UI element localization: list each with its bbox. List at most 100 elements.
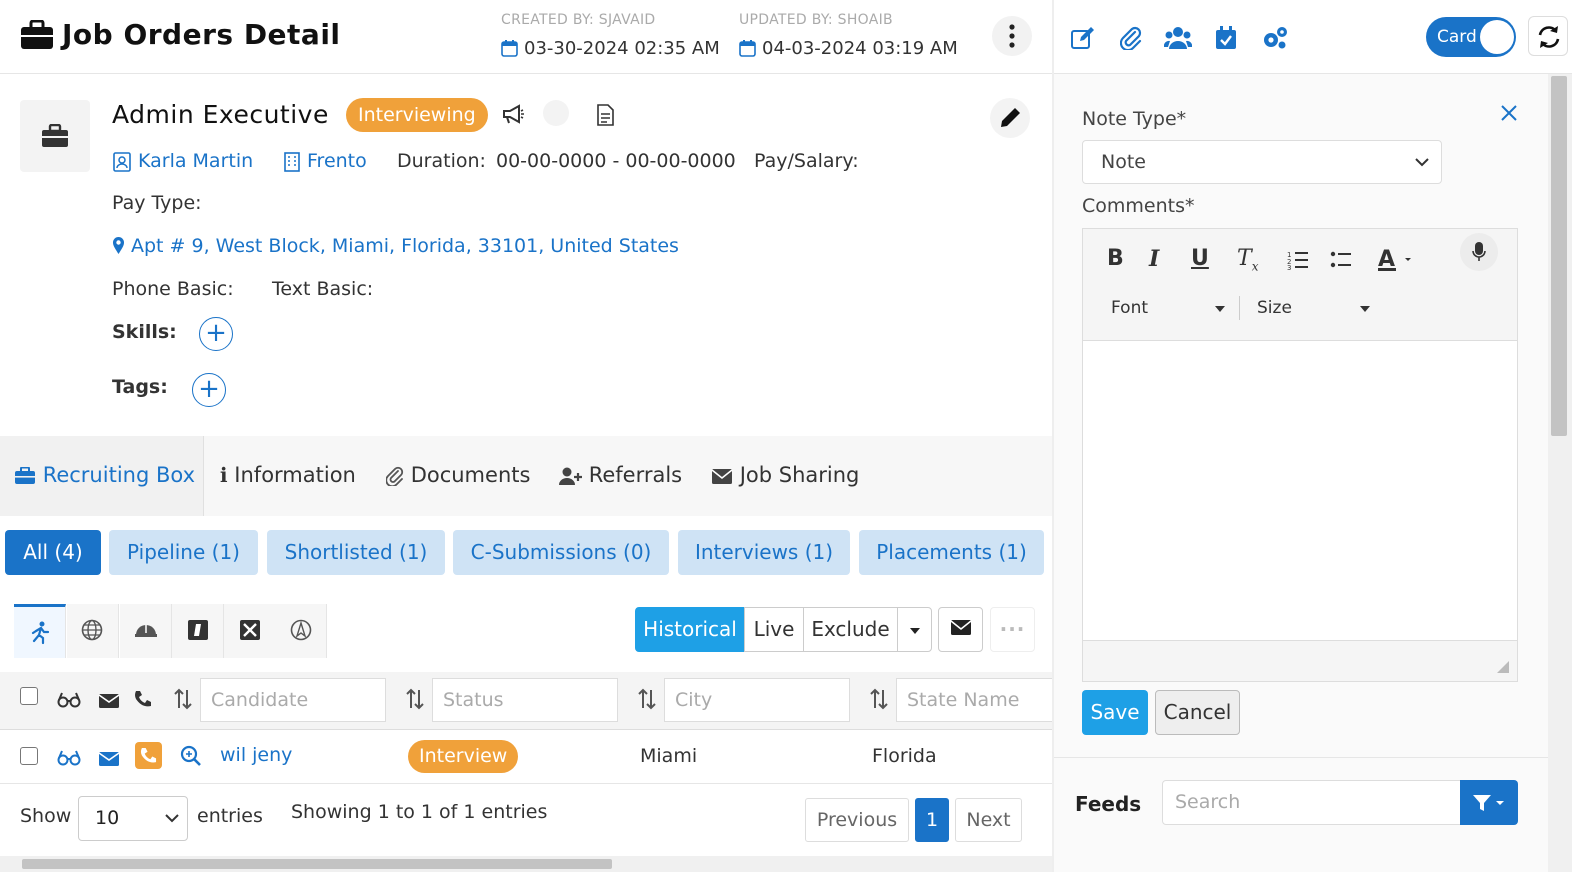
updated-date: 04-03-2024 03:19 AM xyxy=(762,38,958,59)
tab-recruiting-box[interactable]: Recruiting Box xyxy=(14,463,195,487)
chip-pipeline[interactable]: Pipeline (1) xyxy=(109,530,258,575)
city-filter-input[interactable]: City xyxy=(664,678,850,722)
toolbar-divider xyxy=(1239,296,1240,320)
itab-globe[interactable] xyxy=(67,604,119,658)
tab-label: Job Sharing xyxy=(739,463,860,487)
tab-information[interactable]: ℹ Information xyxy=(220,463,356,487)
size-label: Size xyxy=(1257,298,1292,318)
compass-icon xyxy=(290,619,312,641)
tab-referrals[interactable]: Referrals xyxy=(558,463,682,487)
text-basic-label: Text Basic: xyxy=(272,278,374,300)
chip-shortlisted[interactable]: Shortlisted (1) xyxy=(267,530,445,575)
cogs-icon[interactable] xyxy=(1262,26,1288,55)
state-filter-input[interactable]: State Name xyxy=(896,678,1052,722)
tab-label: Documents xyxy=(410,463,531,487)
contact-card-icon xyxy=(112,152,132,177)
clear-format-button[interactable]: Tx xyxy=(1237,246,1258,273)
search-icon[interactable] xyxy=(180,745,202,772)
phone-icon[interactable] xyxy=(135,742,162,769)
add-skill-button[interactable]: + xyxy=(199,317,233,351)
duration-label: Duration: xyxy=(397,150,486,172)
itab-xing[interactable] xyxy=(224,604,276,658)
feeds-filter-button[interactable] xyxy=(1460,780,1518,825)
briefcase-icon xyxy=(42,124,68,147)
status-filter-input[interactable]: Status xyxy=(432,678,618,722)
state-cell: Florida xyxy=(872,745,937,767)
entries-label: entries xyxy=(197,805,263,827)
document-icon[interactable] xyxy=(596,104,614,131)
chevron-down-icon xyxy=(1415,158,1429,167)
itab-indeed[interactable] xyxy=(172,604,224,658)
note-type-select[interactable]: Note xyxy=(1082,140,1442,184)
more-options-button[interactable] xyxy=(992,16,1032,56)
chip-all[interactable]: All (4) xyxy=(5,530,101,575)
text-color-button[interactable]: A xyxy=(1378,246,1414,277)
chip-placements[interactable]: Placements (1) xyxy=(859,530,1044,575)
status-dot-icon xyxy=(543,100,569,126)
envelope-icon xyxy=(950,620,971,635)
contact-link[interactable]: Karla Martin xyxy=(138,150,253,172)
address-link[interactable]: Apt # 9, West Block, Miami, Florida, 331… xyxy=(131,235,679,257)
view-mode-dropdown[interactable] xyxy=(897,607,932,652)
tab-documents[interactable]: Documents xyxy=(386,463,530,487)
underline-button[interactable]: U xyxy=(1191,246,1209,271)
created-date: 03-30-2024 02:35 AM xyxy=(524,38,720,59)
font-label: Font xyxy=(1111,298,1149,318)
company-link[interactable]: Frento xyxy=(307,150,367,172)
historical-button[interactable]: Historical xyxy=(635,607,745,652)
page-1-button[interactable]: 1 xyxy=(915,798,949,842)
bullet-list-icon[interactable] xyxy=(1330,250,1352,275)
italic-button[interactable]: I xyxy=(1149,246,1159,272)
calendar-check-icon[interactable] xyxy=(1215,26,1237,55)
sort-icon[interactable] xyxy=(637,688,657,715)
paperclip-icon[interactable] xyxy=(1119,26,1142,55)
microphone-icon[interactable] xyxy=(1460,233,1498,271)
itab-helmet[interactable] xyxy=(120,604,172,658)
exclude-button[interactable]: Exclude xyxy=(803,607,898,652)
map-marker-icon xyxy=(112,236,125,260)
page-size-select[interactable]: 10 xyxy=(78,796,188,841)
vertical-scrollbar-thumb[interactable] xyxy=(1551,76,1567,436)
resize-handle-icon[interactable] xyxy=(1496,660,1510,674)
horizontal-scrollbar-thumb[interactable] xyxy=(22,859,612,869)
row-checkbox[interactable] xyxy=(20,747,38,765)
refresh-button[interactable] xyxy=(1528,16,1568,56)
megaphone-icon[interactable] xyxy=(502,104,524,129)
previous-page-button[interactable]: Previous xyxy=(805,798,909,842)
running-person-icon xyxy=(31,621,50,645)
select-all-checkbox[interactable] xyxy=(20,687,38,705)
candidate-link[interactable]: wil jeny xyxy=(220,744,292,766)
edit-job-button[interactable] xyxy=(990,98,1030,138)
envelope-icon xyxy=(98,692,120,714)
edit-icon[interactable] xyxy=(1070,26,1096,55)
itab-compass[interactable] xyxy=(275,604,327,658)
bold-button[interactable]: B xyxy=(1107,246,1124,271)
tab-job-sharing[interactable]: Job Sharing xyxy=(711,463,859,487)
cancel-button[interactable]: Cancel xyxy=(1155,690,1240,735)
save-button[interactable]: Save xyxy=(1082,690,1148,735)
chip-c-submissions[interactable]: C-Submissions (0) xyxy=(453,530,669,575)
more-actions-button[interactable]: ··· xyxy=(990,607,1035,652)
size-select[interactable]: Size xyxy=(1257,298,1292,318)
glasses-icon[interactable] xyxy=(57,748,81,771)
next-page-button[interactable]: Next xyxy=(955,798,1022,842)
plus-icon: + xyxy=(205,318,227,348)
note-type-label: Note Type* xyxy=(1082,108,1187,130)
phone-icon xyxy=(134,690,152,713)
live-button[interactable]: Live xyxy=(744,607,804,652)
users-icon[interactable] xyxy=(1163,26,1193,55)
close-icon[interactable] xyxy=(1500,104,1518,127)
add-tag-button[interactable]: + xyxy=(192,373,226,407)
candidate-filter-input[interactable]: Candidate xyxy=(200,678,386,722)
sort-icon[interactable] xyxy=(173,688,193,715)
sort-icon[interactable] xyxy=(405,688,425,715)
sort-icon[interactable] xyxy=(869,688,889,715)
font-select[interactable]: Font xyxy=(1111,298,1148,318)
feeds-search-input[interactable]: Search xyxy=(1162,780,1462,825)
tab-label: Information xyxy=(234,463,356,487)
email-button[interactable] xyxy=(938,607,983,652)
chip-interviews[interactable]: Interviews (1) xyxy=(678,530,850,575)
ordered-list-icon[interactable]: 123 xyxy=(1287,250,1309,275)
envelope-icon[interactable] xyxy=(98,750,120,772)
itab-candidates[interactable] xyxy=(14,604,66,658)
